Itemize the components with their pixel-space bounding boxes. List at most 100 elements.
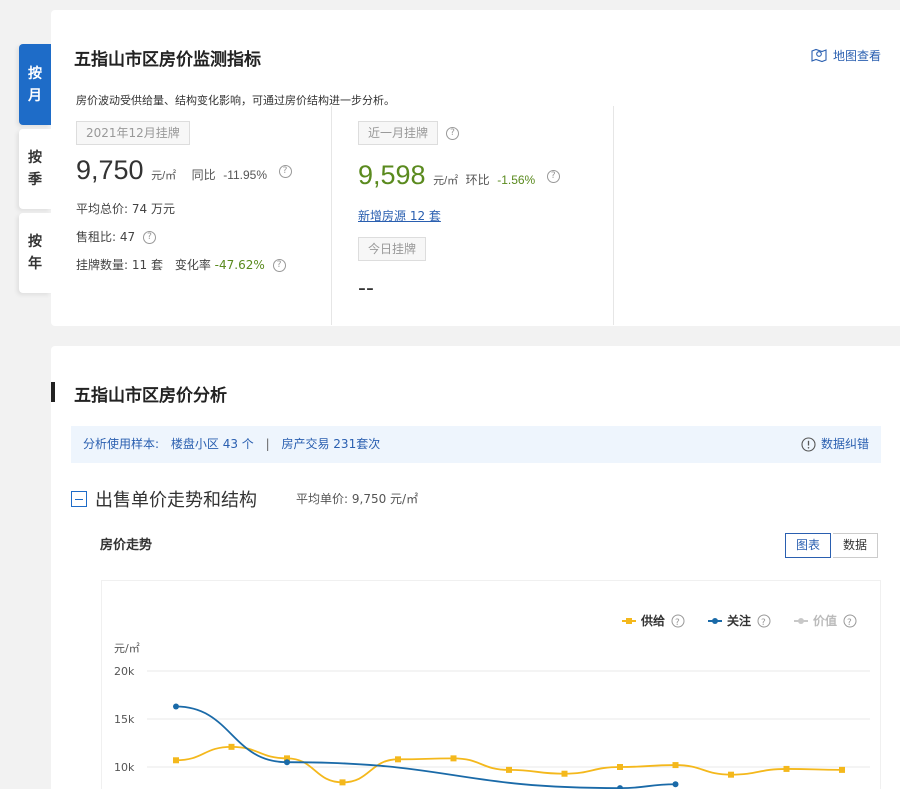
monitor-description: 房价波动受供给量、结构变化影响，可通过房价结构进一步分析。 [76,94,395,107]
chart-svg: 元/㎡ 20k 15k 10k 供给? 关注? 价值? [114,613,870,789]
data-point [339,779,346,786]
map-view-label: 地图查看 [832,48,881,63]
legend-label: 关注 [727,613,751,628]
help-icon[interactable]: ? [272,259,286,272]
data-correction-button[interactable]: 数据纠错 [801,426,869,463]
tab-char: 按 [28,150,42,166]
recent-price-value: 9,598 [358,160,426,190]
collapse-icon[interactable] [71,491,87,507]
y-tick-label: 20k [114,665,135,678]
new-listing-link[interactable]: 新增房源 12 套 [358,207,441,224]
avg-total-row: 平均总价: 74 万元 [76,200,175,217]
data-point [783,765,790,772]
legend-label: 价值 [813,613,837,628]
analysis-card: 五指山市区房价分析 分析使用样本: 楼盘小区 43 个 | 房产交易 231套次… [51,346,900,789]
yoy-value: -11.95% [223,168,268,182]
tab-by-year[interactable]: 按 年 [19,213,51,293]
legend-label: 供给 [640,613,665,628]
tab-by-month[interactable]: 按 月 [19,44,51,125]
yoy-label: 同比 [191,168,216,182]
tab-char: 年 [28,256,42,272]
tab-char: 按 [28,65,42,82]
tab-char: 季 [28,172,42,188]
avg-total-value: 74 [131,202,148,216]
data-point [173,757,179,764]
avg-price-value: 9,750 元/㎡ [351,492,419,506]
price-trend-chart: 元/㎡ 20k 15k 10k 供给? 关注? 价值? [101,580,881,789]
help-icon[interactable]: ? [278,165,292,179]
change-rate-value: -47.62% [214,258,265,272]
help-icon-mark: ? [847,618,852,628]
rent-ratio-label: 售租比: [76,230,117,244]
data-point [561,770,568,777]
avg-total-label: 平均总价: [76,202,129,216]
tab-by-quarter[interactable]: 按 季 [19,129,51,209]
rent-ratio-value: 47 [119,230,136,244]
chart-view-toggle[interactable]: 图表 [785,533,832,558]
data-point [728,771,734,778]
recent-listing-tag: 近一月挂牌 [358,121,439,145]
help-icon[interactable]: ? [142,231,156,244]
data-view-toggle[interactable]: 数据 [833,533,879,558]
map-icon [811,48,827,63]
column-divider [613,106,614,325]
section-header[interactable]: 出售单价走势和结构 [71,486,257,512]
tab-char: 按 [28,234,42,250]
data-point [672,762,679,769]
listing-count-value: 11 [131,258,148,272]
sample-community: 楼盘小区 43 个 [170,437,254,451]
analysis-title: 五指山市区房价分析 [74,386,227,406]
recent-price: 9,598 元/㎡ 环比 -1.56% ? [358,160,560,191]
data-point [173,703,179,710]
rent-ratio-row: 售租比: 47 ? [76,228,156,245]
data-point [450,755,457,762]
sample-separator: | [265,437,270,451]
recent-price-unit: 元/㎡ [433,175,459,187]
listing-count-label: 挂牌数量: [76,258,129,272]
listing-price-unit: 元/㎡ [151,170,177,182]
data-point [617,785,623,789]
avg-total-unit: 万元 [150,202,175,216]
column-divider [331,106,332,325]
help-icon[interactable]: ? [446,127,459,140]
sample-trade: 房产交易 231套次 [281,437,381,451]
mom-value: -1.56% [497,173,536,187]
listing-count-unit: 套 [150,258,163,272]
listing-price-value: 9,750 [76,155,144,185]
y-tick-label: 15k [114,713,135,726]
y-tick-label: 10k [114,761,135,774]
help-icon-mark: ? [675,618,680,628]
legend-marker [712,618,718,624]
today-listing-tag: 今日挂牌 [358,237,427,261]
data-correction-label: 数据纠错 [820,437,869,451]
page-title: 五指山市区房价监测指标 [74,50,261,70]
series-line [175,745,843,784]
section-title: 出售单价走势和结构 [95,490,257,511]
title-accent-bar [51,382,55,402]
info-icon [801,437,816,452]
sample-label: 分析使用样本: [83,437,160,451]
data-point [284,759,290,766]
legend-marker [798,618,804,624]
change-rate-label: 变化率 [174,258,211,272]
data-point [228,743,235,750]
data-point [839,766,845,773]
data-point [672,781,679,788]
mom-label: 环比 [465,173,490,187]
avg-price: 平均单价: 9,750 元/㎡ [296,490,418,507]
help-icon[interactable]: ? [546,170,560,184]
y-axis-label: 元/㎡ [114,642,140,655]
legend-marker [626,618,632,624]
today-listing-value: -- [358,276,374,301]
listing-month-tag: 2021年12月挂牌 [76,121,190,145]
trend-title: 房价走势 [100,538,153,553]
tab-char: 月 [28,87,42,104]
listing-count-row: 挂牌数量: 11 套 变化率 -47.62% ? [76,256,286,273]
map-view-link[interactable]: 地图查看 [810,46,881,64]
sample-bar: 分析使用样本: 楼盘小区 43 个 | 房产交易 231套次 数据纠错 [71,426,881,463]
help-icon-mark: ? [761,618,766,628]
listing-price: 9,750 元/㎡ 同比 -11.95% ? [76,155,292,186]
data-point [395,756,401,763]
avg-price-label: 平均单价: [296,492,349,506]
data-point [617,764,623,770]
